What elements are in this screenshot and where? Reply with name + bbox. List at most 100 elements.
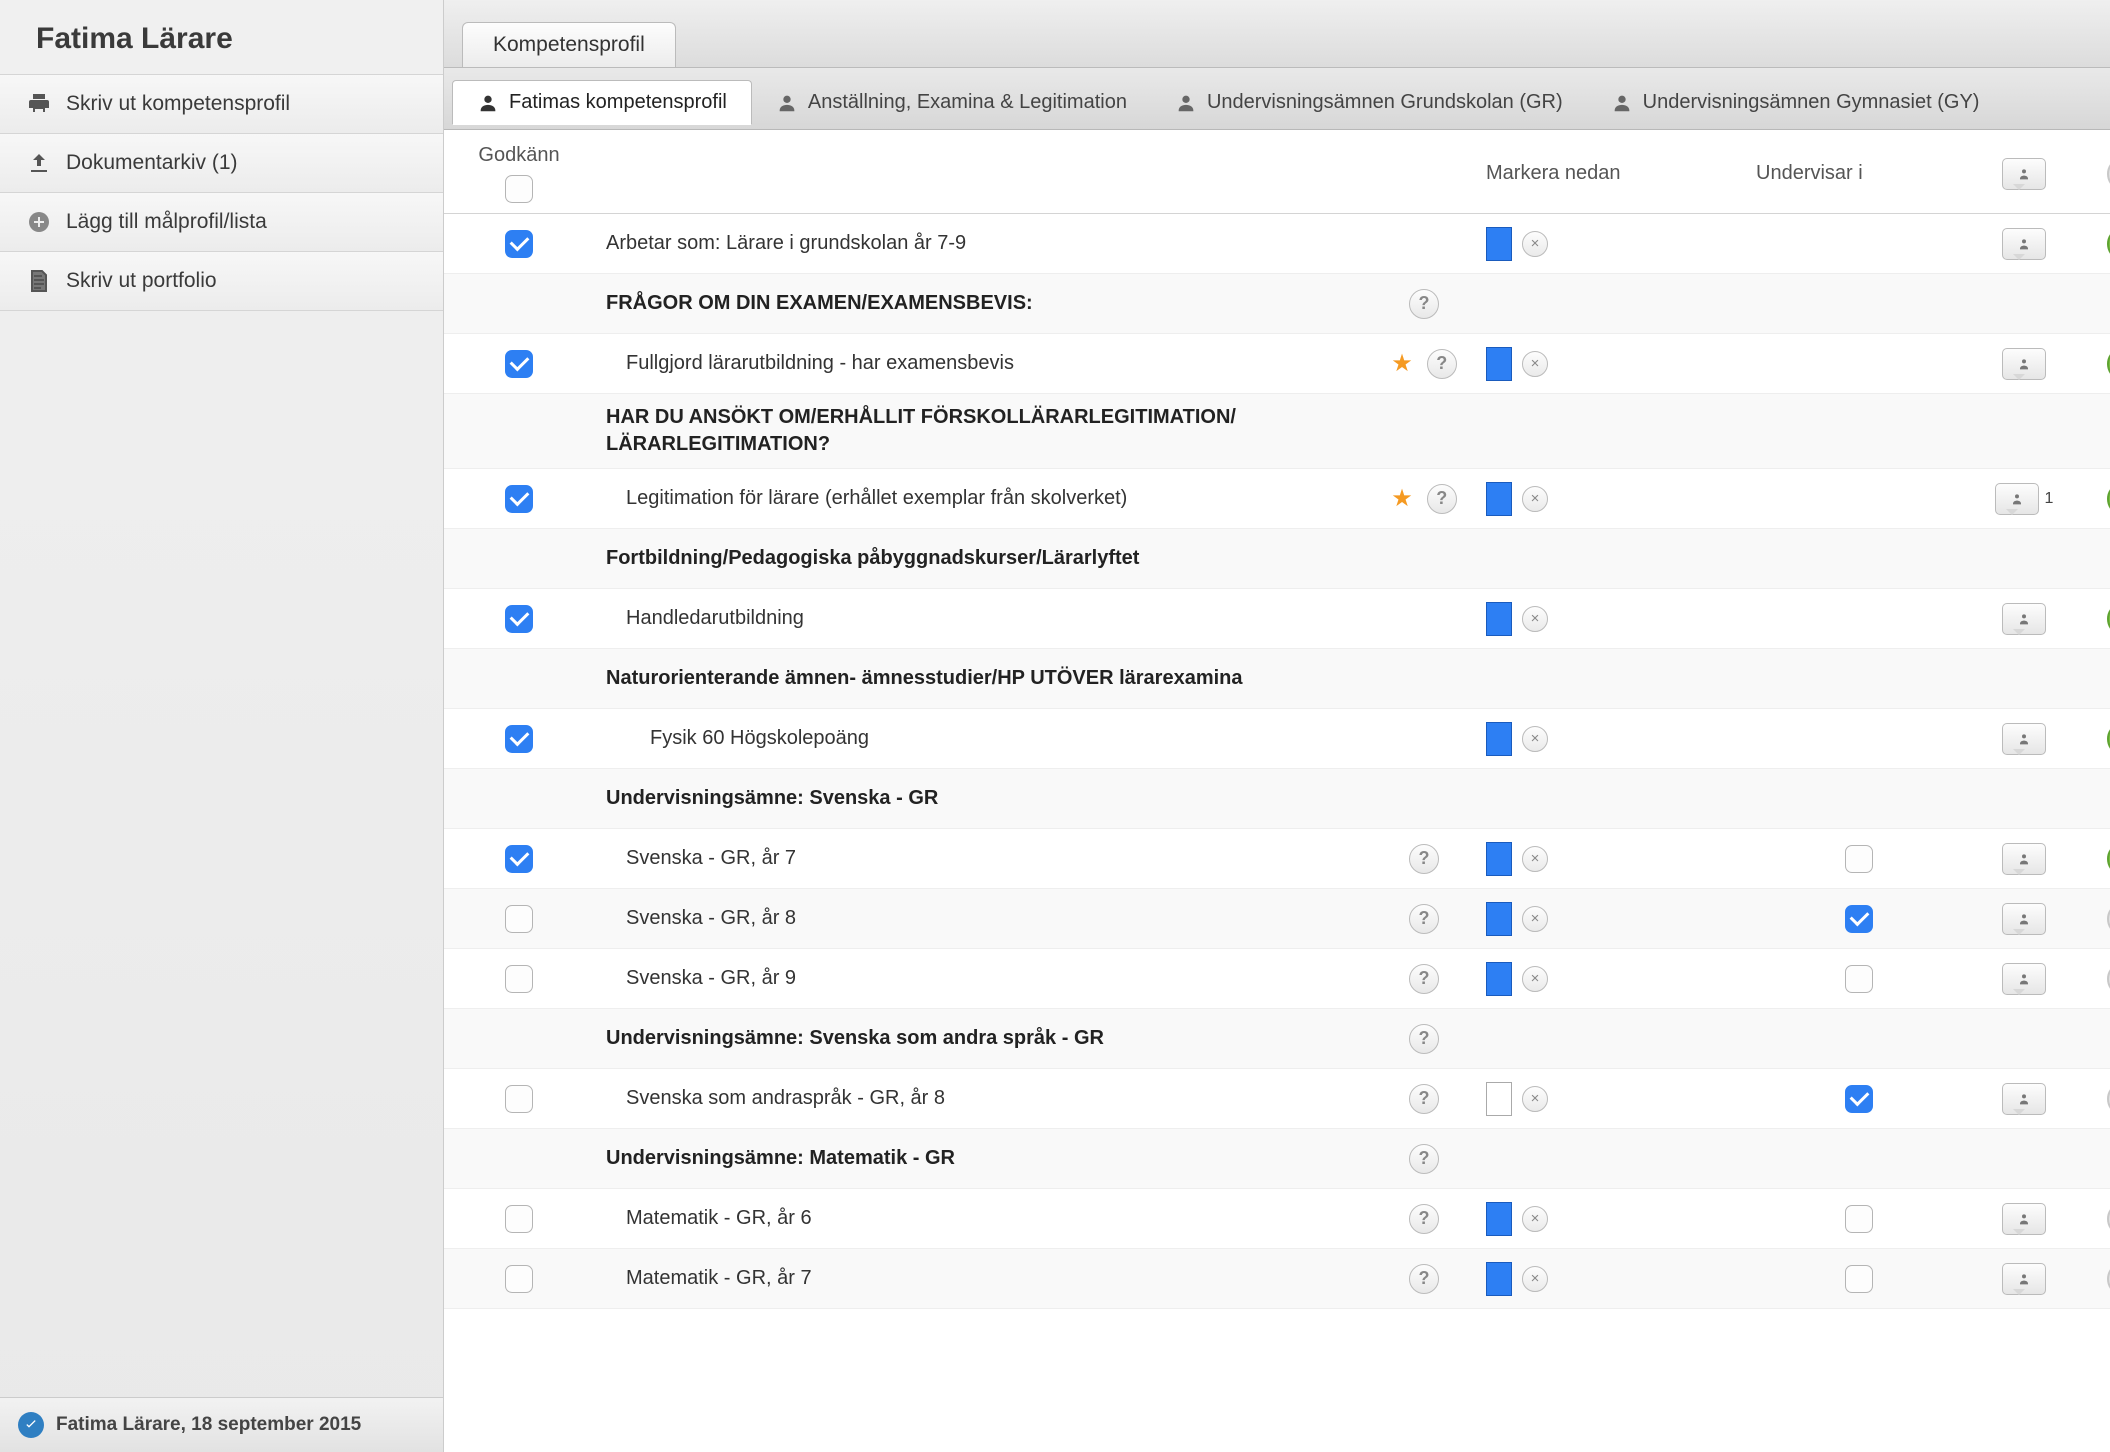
table-row: Undervisningsämne: Svenska - GR [444, 769, 2110, 829]
mark-indicator[interactable] [1486, 1202, 1512, 1236]
teaches-checkbox[interactable] [1845, 1085, 1873, 1113]
sidebar-footer[interactable]: Fatima Lärare, 18 september 2015 [0, 1397, 443, 1452]
mark-indicator[interactable] [1486, 602, 1512, 636]
help-icon[interactable]: ? [1427, 349, 1457, 379]
item-label[interactable]: Fysik 60 Högskolepoäng [606, 725, 869, 752]
star-icon: ★ [1391, 484, 1413, 513]
competence-table: Godkänn Markera nedan Undervisar i [444, 130, 2110, 1309]
approve-checkbox[interactable] [505, 905, 533, 933]
clear-mark-button[interactable]: × [1522, 1206, 1548, 1232]
help-icon[interactable]: ? [1409, 289, 1439, 319]
approve-checkbox[interactable] [505, 230, 533, 258]
help-icon[interactable]: ? [1409, 964, 1439, 994]
item-label[interactable]: Svenska - GR, år 8 [606, 905, 796, 932]
help-icon[interactable]: ? [1409, 844, 1439, 874]
section-header: Naturorienterande ämnen- ämnesstudier/HP… [606, 665, 1243, 692]
clear-mark-button[interactable]: × [1522, 1086, 1548, 1112]
section-header: Undervisningsämne: Svenska som andra spr… [606, 1025, 1104, 1052]
clear-mark-button[interactable]: × [1522, 846, 1548, 872]
teaches-checkbox[interactable] [1845, 905, 1873, 933]
sidebar-item-add-goal-profile[interactable]: Lägg till målprofil/lista [0, 193, 443, 252]
sidebar-item-print-competence[interactable]: Skriv ut kompetensprofil [0, 75, 443, 134]
mark-indicator[interactable] [1486, 902, 1512, 936]
comment-button[interactable] [2002, 723, 2046, 755]
help-icon[interactable]: ? [1409, 1024, 1439, 1054]
teaches-checkbox[interactable] [1845, 1205, 1873, 1233]
comment-button[interactable] [2002, 1083, 2046, 1115]
approve-checkbox[interactable] [505, 605, 533, 633]
clear-mark-button[interactable]: × [1522, 726, 1548, 752]
teaches-checkbox[interactable] [1845, 965, 1873, 993]
plus-circle-icon [26, 209, 52, 235]
approve-checkbox[interactable] [505, 1085, 533, 1113]
item-label[interactable]: Matematik - GR, år 7 [606, 1265, 812, 1292]
section-header: Fortbildning/Pedagogiska påbyggnadskurse… [606, 545, 1139, 572]
comment-button[interactable] [1995, 483, 2039, 515]
help-icon[interactable]: ? [1409, 1084, 1439, 1114]
mark-indicator[interactable] [1486, 1082, 1512, 1116]
subtab-anstallning-examina[interactable]: Anställning, Examina & Legitimation [752, 81, 1151, 124]
section-header: Undervisningsämne: Svenska - GR [606, 785, 938, 812]
clear-mark-button[interactable]: × [1522, 606, 1548, 632]
item-label[interactable]: Fullgjord lärarutbildning - har examensb… [606, 350, 1014, 377]
comment-button[interactable] [2002, 1263, 2046, 1295]
mark-indicator[interactable] [1486, 347, 1512, 381]
comment-button[interactable] [2002, 603, 2046, 635]
clear-mark-button[interactable]: × [1522, 231, 1548, 257]
comment-button[interactable] [2002, 963, 2046, 995]
tab-kompetensprofil[interactable]: Kompetensprofil [462, 22, 676, 67]
comment-button[interactable] [2002, 1203, 2046, 1235]
comment-button[interactable] [2002, 228, 2046, 260]
sidebar: Fatima Lärare Skriv ut kompetensprofil D… [0, 0, 444, 1452]
approve-checkbox[interactable] [505, 725, 533, 753]
approve-checkbox[interactable] [505, 350, 533, 378]
approve-checkbox[interactable] [505, 845, 533, 873]
item-label[interactable]: Svenska som andraspråk - GR, år 8 [606, 1085, 945, 1112]
approve-checkbox[interactable] [505, 1265, 533, 1293]
table-row: Svenska - GR, år 8?×18 Se [444, 889, 2110, 949]
mark-indicator[interactable] [1486, 722, 1512, 756]
sidebar-item-document-archive[interactable]: Dokumentarkiv (1) [0, 134, 443, 193]
clear-mark-button[interactable]: × [1522, 351, 1548, 377]
help-icon[interactable]: ? [1409, 1204, 1439, 1234]
item-label[interactable]: Handledarutbildning [606, 605, 804, 632]
clear-mark-button[interactable]: × [1522, 966, 1548, 992]
table-row: Handledarutbildning×18 Se [444, 589, 2110, 649]
clear-mark-button[interactable]: × [1522, 1266, 1548, 1292]
item-label[interactable]: Arbetar som: Lärare i grundskolan år 7-9 [606, 230, 966, 257]
item-label[interactable]: Svenska - GR, år 7 [606, 845, 796, 872]
clear-mark-button[interactable]: × [1522, 486, 1548, 512]
teaches-checkbox[interactable] [1845, 1265, 1873, 1293]
comment-button[interactable] [2002, 348, 2046, 380]
approve-checkbox[interactable] [505, 965, 533, 993]
help-icon[interactable]: ? [1409, 904, 1439, 934]
subtab-label: Anställning, Examina & Legitimation [808, 91, 1127, 114]
subtab-fatimas-kompetensprofil[interactable]: Fatimas kompetensprofil [452, 80, 752, 125]
subtab-undervisning-gy[interactable]: Undervisningsämnen Gymnasiet (GY) [1587, 81, 2004, 124]
item-label[interactable]: Matematik - GR, år 6 [606, 1205, 812, 1232]
approve-checkbox[interactable] [505, 1205, 533, 1233]
table-row: Undervisningsämne: Matematik - GR? [444, 1129, 2110, 1189]
mark-indicator[interactable] [1486, 1262, 1512, 1296]
teaches-checkbox[interactable] [1845, 845, 1873, 873]
table-row: Fullgjord lärarutbildning - har examensb… [444, 334, 2110, 394]
help-icon[interactable]: ? [1409, 1144, 1439, 1174]
subtab-undervisning-gr[interactable]: Undervisningsämnen Grundskolan (GR) [1151, 81, 1587, 124]
mark-indicator[interactable] [1486, 227, 1512, 261]
comment-button[interactable] [2002, 843, 2046, 875]
help-icon[interactable]: ? [1409, 1264, 1439, 1294]
help-icon[interactable]: ? [1427, 484, 1457, 514]
comment-header-icon[interactable] [2002, 158, 2046, 190]
mark-indicator[interactable] [1486, 482, 1512, 516]
approve-checkbox[interactable] [505, 485, 533, 513]
table-row: Legitimation för lärare (erhållet exempl… [444, 469, 2110, 529]
comment-button[interactable] [2002, 903, 2046, 935]
approve-all-checkbox[interactable] [505, 175, 533, 203]
item-label[interactable]: Legitimation för lärare (erhållet exempl… [606, 485, 1127, 512]
clear-mark-button[interactable]: × [1522, 906, 1548, 932]
mark-indicator[interactable] [1486, 842, 1512, 876]
table-row: Matematik - GR, år 7?×18 Se [444, 1249, 2110, 1309]
sidebar-item-print-portfolio[interactable]: Skriv ut portfolio [0, 252, 443, 311]
item-label[interactable]: Svenska - GR, år 9 [606, 965, 796, 992]
mark-indicator[interactable] [1486, 962, 1512, 996]
